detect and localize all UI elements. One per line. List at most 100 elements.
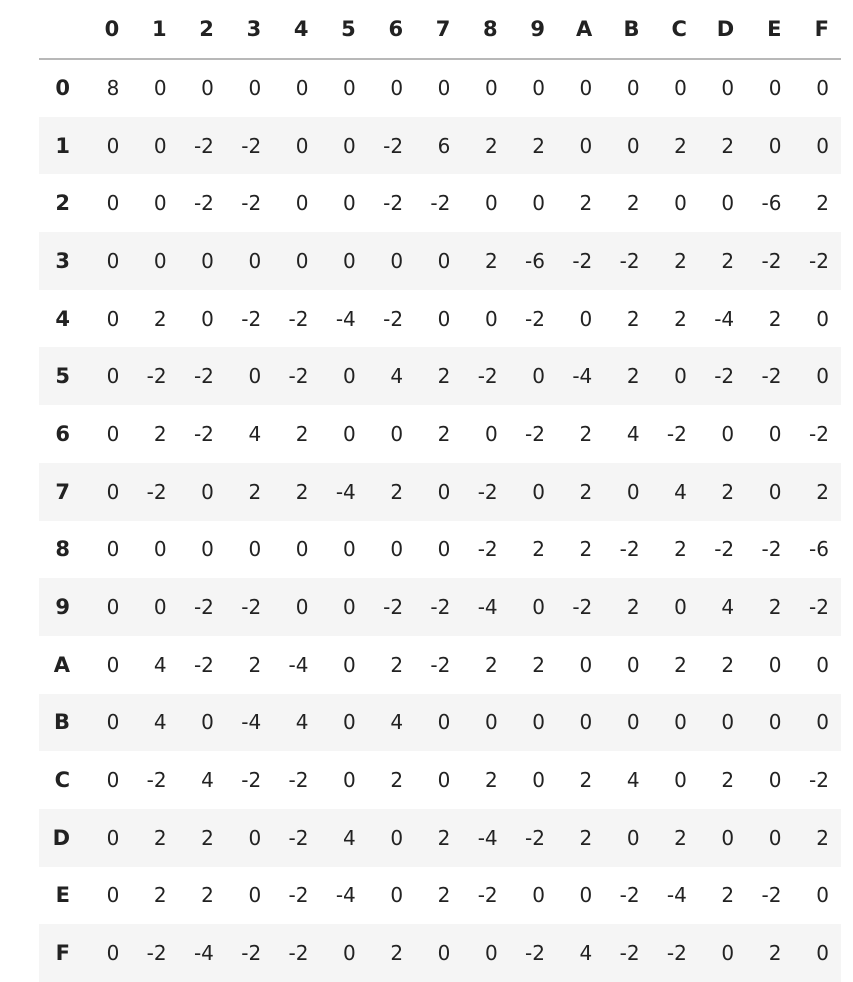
table-cell: 2 — [674, 133, 687, 158]
table-cell: 0 — [721, 941, 735, 966]
table-cell: -2 — [809, 595, 829, 620]
table-cell: 0 — [248, 364, 262, 389]
table-cell: 0 — [390, 421, 404, 446]
column-header: 2 — [178, 0, 226, 60]
table-cell: 0 — [626, 710, 640, 735]
table-cell: 0 — [248, 76, 262, 101]
table-cell: 2 — [674, 537, 687, 562]
table-cell: 0 — [816, 652, 829, 677]
table-cell: 0 — [579, 652, 593, 677]
row-header: 0 — [55, 76, 70, 101]
table-cell: -2 — [193, 421, 214, 446]
table-cell: -4 — [335, 306, 356, 331]
table-cell: -2 — [288, 883, 309, 908]
table-cell: -2 — [809, 768, 829, 793]
table-cell: -2 — [525, 421, 545, 446]
table-cell: 4 — [248, 421, 262, 446]
table-cell: 0 — [437, 768, 451, 793]
table-cell: 0 — [721, 825, 735, 850]
table-row: 0 8 0 0 0 0 0 0 0 0 0 0 0 0 0 0 0 — [39, 59, 841, 117]
table-cell: 4 — [721, 595, 735, 620]
table-cell: 2 — [579, 479, 593, 504]
table-cell: 0 — [295, 248, 309, 273]
table-cell: 0 — [768, 710, 782, 735]
table-cell: 2 — [721, 479, 735, 504]
table-cell: 0 — [343, 652, 356, 677]
row-header: 1 — [55, 133, 70, 158]
table-cell: 0 — [390, 248, 404, 273]
row-header: 2 — [55, 191, 70, 216]
table-cell: -2 — [241, 191, 262, 216]
row-header: 6 — [55, 421, 70, 446]
table-cell: 2 — [674, 652, 687, 677]
table-cell: 2 — [437, 421, 451, 446]
table-cell: -4 — [714, 306, 735, 331]
table-cell: -2 — [193, 652, 214, 677]
column-header: F — [793, 0, 841, 60]
table-cell: 2 — [674, 825, 687, 850]
table-cell: -2 — [146, 364, 167, 389]
table-cell: 2 — [816, 479, 829, 504]
table-cell: 0 — [768, 652, 782, 677]
table-cell: 0 — [343, 537, 356, 562]
table-cell: 2 — [579, 421, 593, 446]
table-cell: 2 — [532, 537, 545, 562]
column-header: A — [556, 0, 605, 60]
column-header: C — [651, 0, 699, 60]
table-cell: 0 — [532, 595, 545, 620]
table-cell: 2 — [721, 883, 735, 908]
table-cell: 2 — [484, 768, 498, 793]
table-cell: -4 — [335, 479, 356, 504]
table-cell: 2 — [579, 191, 593, 216]
table-cell: 0 — [343, 248, 356, 273]
table-cell: 4 — [626, 421, 640, 446]
column-header: 3 — [225, 0, 274, 60]
table-cell: 0 — [201, 248, 214, 273]
table-cell: 0 — [484, 710, 498, 735]
table-cell: -2 — [288, 306, 309, 331]
table-cell: 0 — [201, 537, 214, 562]
table-cell: 0 — [721, 191, 735, 216]
table-cell: 0 — [579, 883, 593, 908]
row-header: 7 — [55, 479, 70, 504]
table-cell: -6 — [525, 248, 545, 273]
table-cell: 0 — [721, 76, 735, 101]
row-header: A — [53, 652, 70, 677]
table-cell: 2 — [721, 768, 735, 793]
table-cell: 0 — [437, 248, 451, 273]
table-cell: 8 — [106, 76, 120, 101]
table-cell: -4 — [666, 883, 687, 908]
table-cell: 4 — [390, 710, 404, 735]
table-cell: 0 — [106, 479, 120, 504]
table-cell: -2 — [761, 248, 782, 273]
table-cell: -2 — [619, 883, 640, 908]
table-cell: 2 — [721, 133, 735, 158]
row-header: B — [53, 710, 70, 735]
table-cell: -2 — [430, 191, 451, 216]
table-cell: 4 — [626, 768, 640, 793]
table-cell: -2 — [477, 479, 498, 504]
table-cell: 0 — [816, 76, 829, 101]
table-cell: 4 — [295, 710, 309, 735]
table-cell: 6 — [437, 133, 451, 158]
table-cell: -2 — [477, 364, 498, 389]
table-cell: 0 — [390, 537, 404, 562]
table-row: 9 0 0 -2 -2 0 0 -2 -2 -4 0 -2 2 0 4 2 -2 — [39, 578, 841, 636]
table-cell: 0 — [626, 479, 640, 504]
table-row: B 0 4 0 -4 4 0 4 0 0 0 0 0 0 0 0 0 — [39, 693, 841, 752]
table-cell: 0 — [816, 364, 829, 389]
column-header: B — [604, 0, 652, 60]
table-cell: -2 — [761, 883, 782, 908]
table-row: 5 0 -2 -2 0 -2 0 4 2 -2 0 -4 2 0 -2 -2 0 — [39, 347, 841, 406]
table-cell: 0 — [768, 768, 782, 793]
table-cell: 2 — [579, 825, 593, 850]
table-cell: 4 — [153, 710, 167, 735]
table-cell: 0 — [153, 76, 167, 101]
table-cell: -2 — [193, 191, 214, 216]
table-cell: 2 — [437, 364, 451, 389]
table-cell: 2 — [248, 479, 262, 504]
table-cell: 0 — [484, 941, 498, 966]
table-cell: 0 — [201, 76, 214, 101]
table-cell: 4 — [674, 479, 687, 504]
table-cell: -2 — [619, 537, 640, 562]
